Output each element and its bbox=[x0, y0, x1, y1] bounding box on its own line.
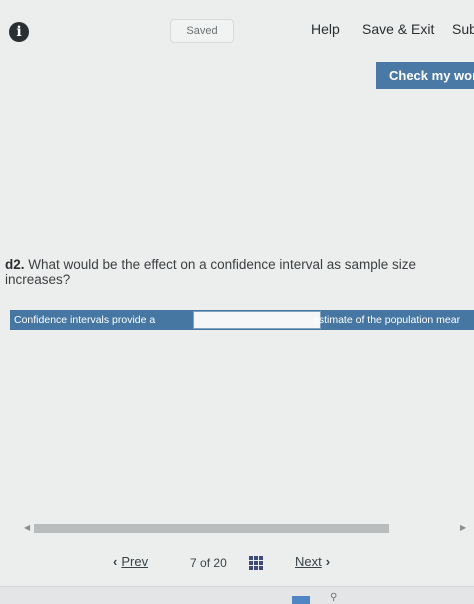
next-button[interactable]: Next › bbox=[291, 554, 330, 569]
chevron-right-icon: › bbox=[325, 554, 331, 569]
prev-button[interactable]: ‹ Prev bbox=[113, 554, 152, 569]
question-prompt: d2. What would be the effect on a confid… bbox=[5, 257, 445, 287]
scrollbar-thumb[interactable] bbox=[34, 524, 389, 533]
scroll-right-icon[interactable]: ▶ bbox=[460, 522, 466, 534]
help-link[interactable]: Help bbox=[311, 21, 340, 37]
info-icon[interactable]: i bbox=[9, 22, 29, 42]
total-pages: 20 bbox=[213, 556, 227, 570]
page-counter: 7 of 20 bbox=[190, 556, 227, 570]
check-my-work-button[interactable]: Check my wor bbox=[376, 62, 474, 89]
question-number: d2. bbox=[5, 257, 25, 272]
next-label: Next bbox=[295, 554, 322, 569]
saved-status: Saved bbox=[170, 19, 234, 43]
chevron-left-icon: ‹ bbox=[113, 554, 118, 569]
horizontal-scrollbar[interactable]: ◀ ▶ bbox=[20, 522, 474, 534]
page-of: of bbox=[200, 556, 211, 570]
current-page: 7 bbox=[190, 556, 197, 570]
answer-dropdown[interactable] bbox=[193, 311, 321, 329]
scroll-left-icon[interactable]: ◀ bbox=[24, 522, 30, 534]
answer-prefix: Confidence intervals provide a bbox=[14, 314, 156, 326]
submit-link[interactable]: Sub bbox=[452, 21, 474, 37]
taskbar: ⚲ bbox=[0, 586, 474, 604]
search-icon[interactable]: ⚲ bbox=[330, 592, 337, 603]
question-text: What would be the effect on a confidence… bbox=[5, 257, 416, 287]
prev-label: Prev bbox=[121, 554, 149, 569]
answer-row: Confidence intervals provide a estimate … bbox=[10, 310, 474, 330]
grid-icon[interactable] bbox=[249, 556, 263, 570]
answer-suffix: estimate of the population mear bbox=[313, 314, 461, 326]
save-exit-link[interactable]: Save & Exit bbox=[362, 21, 434, 37]
